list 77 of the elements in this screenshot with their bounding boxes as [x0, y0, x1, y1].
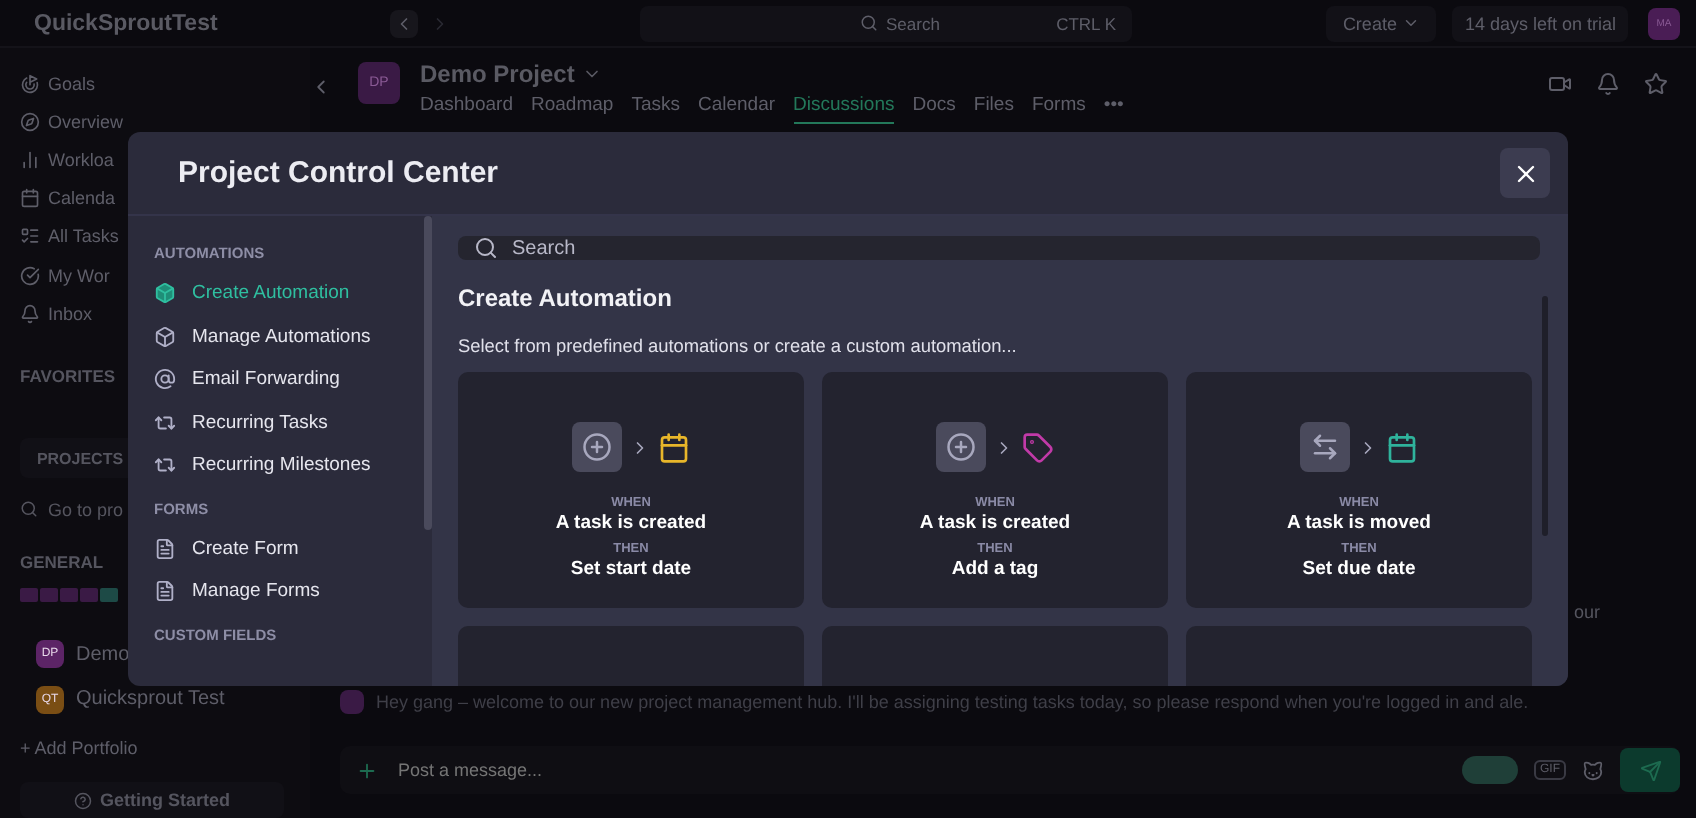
calendar-icon: [20, 188, 40, 209]
trigger-text: A task is created: [555, 512, 707, 536]
search-field[interactable]: Search CTRL K: [640, 5, 1132, 41]
toggle-icon[interactable]: [1462, 756, 1518, 784]
project-tab[interactable]: Tasks: [631, 94, 680, 124]
search-icon: [860, 14, 878, 32]
trial-badge: 14 days left on trial: [1452, 5, 1628, 41]
cat-icon[interactable]: [1582, 759, 1604, 781]
list-icon: [20, 226, 40, 247]
sidebar-item[interactable]: Calenda: [20, 179, 116, 218]
message-fragment: our: [1573, 602, 1600, 622]
chart-icon: [20, 149, 40, 170]
trigger-text: A task is created: [919, 512, 1071, 536]
project-tab[interactable]: Calendar: [697, 94, 776, 124]
back-button[interactable]: [390, 9, 418, 37]
nav-item[interactable]: Email Forwarding: [154, 358, 424, 401]
star-icon[interactable]: [1644, 72, 1668, 96]
project-tab[interactable]: Roadmap: [530, 94, 614, 124]
action-text: Add a tag: [951, 558, 1039, 582]
bell-icon: [20, 303, 40, 324]
section-title: Create Automation: [458, 284, 674, 312]
nav-item[interactable]: Recurring Tasks: [154, 401, 424, 444]
search-field[interactable]: Search: [458, 236, 1540, 260]
chevron-down-icon: [1402, 14, 1421, 32]
sidebar-item[interactable]: My Wor: [20, 255, 110, 295]
help-icon: [73, 791, 92, 810]
cube-icon: [154, 282, 176, 305]
video-icon[interactable]: [1548, 72, 1572, 96]
compass-icon: [20, 111, 40, 132]
chat-message: Hey gang – welcome to our new project management hub. I'll be assigning testing tasks today, so please respond when you're logged in and ale.: [376, 692, 1529, 712]
at-sign-icon: [154, 368, 176, 391]
add-icon[interactable]: [356, 759, 378, 781]
user-avatar: [340, 690, 364, 714]
repeat-icon: [154, 454, 176, 477]
goal-icon: [20, 73, 40, 94]
add-portfolio-link[interactable]: + Add Portfolio: [20, 728, 138, 767]
repeat-icon: [154, 411, 176, 434]
project-search-field[interactable]: Go to pro: [20, 493, 124, 525]
nav-item[interactable]: Recurring Milestones: [154, 444, 424, 487]
workspace-name[interactable]: QuickSproutTest: [34, 11, 218, 35]
sidebar-item[interactable]: Inbox: [20, 294, 93, 333]
send-button[interactable]: [1620, 748, 1680, 792]
document-icon: [154, 580, 176, 603]
modal-title: Project Control Center: [178, 156, 499, 190]
project-tab[interactable]: Files: [973, 94, 1014, 124]
sidebar-item[interactable]: Goals: [20, 64, 96, 103]
section-subtitle: Select from predefined automations or create a custom automation...: [458, 336, 1019, 356]
search-icon: [474, 236, 498, 260]
project-tab[interactable]: Docs: [912, 94, 956, 124]
project-tab[interactable]: Dashboard: [420, 94, 513, 124]
project-tab[interactable]: Forms: [1031, 94, 1086, 124]
nav-item[interactable]: Create Automation: [154, 272, 424, 315]
document-icon: [154, 537, 176, 560]
arrows-icon: [1300, 422, 1350, 472]
bell-icon[interactable]: [1596, 72, 1620, 96]
nav-item[interactable]: Manage Forms: [154, 570, 424, 613]
send-icon: [1639, 759, 1661, 781]
trigger-text: A task is moved: [1287, 512, 1431, 536]
getting-started-button[interactable]: Getting Started: [20, 782, 284, 818]
create-button[interactable]: Create: [1326, 5, 1437, 41]
message-input[interactable]: Post a message...: [394, 758, 994, 782]
project-tab[interactable]: •••: [1103, 94, 1124, 124]
sidebar-item[interactable]: Workloa: [20, 140, 114, 180]
nav-item[interactable]: Create Form: [154, 527, 424, 570]
close-button[interactable]: [1500, 148, 1550, 198]
section-heading: GENERAL: [20, 552, 104, 573]
section-heading: FAVORITES: [20, 366, 116, 387]
sidebar-item[interactable]: Overview: [20, 102, 124, 141]
check-circle-icon: [20, 265, 40, 286]
action-text: Set due date: [1302, 558, 1416, 582]
action-text: Set start date: [570, 558, 692, 582]
sidebar-item[interactable]: All Tasks: [20, 217, 119, 256]
project-tab[interactable]: Discussions: [793, 94, 895, 124]
search-icon: [20, 500, 38, 519]
project-title: Demo Project: [420, 60, 575, 88]
cube-icon: [154, 325, 176, 348]
nav-item[interactable]: Manage Automations: [154, 315, 424, 358]
